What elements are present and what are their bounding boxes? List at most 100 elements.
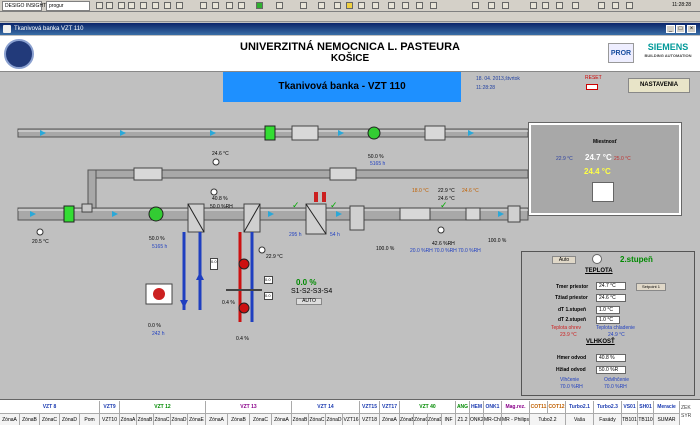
mode-icon[interactable] — [592, 254, 602, 264]
nav-cell[interactable]: Fasády — [594, 413, 622, 425]
nav-cell[interactable]: ZónaA — [0, 413, 20, 425]
nav-group[interactable]: SH01 — [638, 401, 654, 413]
nav-group[interactable]: VZT 8 — [0, 401, 100, 413]
nav-cell[interactable]: ONK2 — [470, 413, 484, 425]
check-icon[interactable] — [256, 2, 263, 9]
nav-cell[interactable]: ZónaB — [228, 413, 250, 425]
nav-cell[interactable]: ZónaD — [60, 413, 80, 425]
tool-icon[interactable] — [612, 2, 619, 9]
nav-cell[interactable]: Pom — [80, 413, 100, 425]
nav-group[interactable]: COT12 — [548, 401, 566, 413]
nav-cell[interactable]: Tubo2.2 — [530, 413, 566, 425]
tool-icon[interactable] — [152, 2, 159, 9]
tool-icon[interactable] — [472, 2, 479, 9]
tool-icon[interactable] — [276, 2, 283, 9]
nav-cell[interactable]: ZónaC — [309, 413, 326, 425]
value-input[interactable]: 1.0 °C — [596, 306, 620, 314]
nav-cell[interactable]: Z1.2 — [456, 413, 470, 425]
setpoint-button[interactable]: Setpoint 1 — [636, 283, 666, 291]
nav-group[interactable]: VZT15 — [360, 401, 380, 413]
nav-cell[interactable]: ZónaA — [272, 413, 292, 425]
nav-cell[interactable]: ZónaC — [154, 413, 171, 425]
tool-icon[interactable] — [200, 2, 207, 9]
nav-group[interactable]: VZT9 — [100, 401, 120, 413]
tool-icon[interactable] — [164, 2, 171, 9]
tool-icon[interactable] — [530, 2, 537, 9]
tool-icon[interactable] — [488, 2, 495, 9]
nav-cell[interactable]: ZónaA — [380, 413, 400, 425]
tool-icon[interactable] — [416, 2, 423, 9]
nav-group[interactable]: VS01 — [622, 401, 638, 413]
nav-cell[interactable]: TB110 — [638, 413, 654, 425]
nav-cell[interactable]: MR - Philips — [502, 413, 530, 425]
nav-group[interactable]: Turbo2.1 — [566, 401, 594, 413]
tool-icon[interactable] — [212, 2, 219, 9]
cooler-auto-button[interactable]: AUTO — [296, 298, 322, 305]
tool-icon[interactable] — [358, 2, 365, 9]
nav-group[interactable]: Meracie — [654, 401, 680, 413]
maximize-button[interactable]: □ — [676, 25, 685, 33]
value-input[interactable]: 50.0 %R — [596, 366, 626, 374]
taskbar-tab-desigo[interactable]: DESIGO INSIGHT — [2, 1, 46, 11]
tool-icon[interactable] — [226, 2, 233, 9]
value-input[interactable]: 1.0 °C — [596, 316, 620, 324]
nav-group[interactable]: Turbo2.3 — [594, 401, 622, 413]
nav-group[interactable]: Mag.rez. — [502, 401, 530, 413]
tool-icon[interactable] — [118, 2, 125, 9]
nav-cell[interactable]: TB101 — [622, 413, 638, 425]
nav-cell[interactable]: ZónaC — [40, 413, 60, 425]
tool-icon[interactable] — [128, 2, 135, 9]
nav-group[interactable]: ONK1 — [484, 401, 502, 413]
nav-cell[interactable]: INF — [442, 413, 456, 425]
close-button[interactable]: × — [687, 25, 696, 33]
nav-group[interactable]: VZT 40 — [400, 401, 456, 413]
tool-icon[interactable] — [300, 2, 307, 9]
reset-button[interactable] — [586, 84, 598, 90]
tool-icon[interactable] — [502, 2, 509, 9]
nav-cell[interactable]: ZónaB — [400, 413, 414, 425]
nav-cell[interactable]: ZónaB — [20, 413, 40, 425]
tool-icon[interactable] — [556, 2, 563, 9]
nav-cell[interactable]: ZónaB — [137, 413, 154, 425]
room-sensor-icon[interactable] — [592, 182, 614, 202]
tool-icon[interactable] — [176, 2, 183, 9]
nav-cell[interactable]: VZT18 — [360, 413, 380, 425]
nav-cell[interactable]: ZónaB — [292, 413, 309, 425]
nav-group[interactable]: VZT 12 — [120, 401, 206, 413]
tool-icon[interactable] — [106, 2, 113, 9]
nav-group[interactable]: COT11 — [530, 401, 548, 413]
auto-button[interactable]: Auto — [552, 256, 576, 264]
tool-icon[interactable] — [238, 2, 245, 9]
taskbar-tab-progur[interactable]: progur — [46, 1, 90, 11]
nav-group[interactable]: VZT17 — [380, 401, 400, 413]
nav-cell[interactable]: VZT16 — [343, 413, 360, 425]
tool-icon[interactable] — [572, 2, 579, 9]
nav-cell[interactable]: ZónaE — [188, 413, 206, 425]
nav-cell[interactable]: Vaša — [566, 413, 594, 425]
minimize-button[interactable]: _ — [666, 25, 675, 33]
nav-group[interactable]: HEM — [470, 401, 484, 413]
nav-cell[interactable]: VZT10 — [100, 413, 120, 425]
tool-icon[interactable] — [402, 2, 409, 9]
alarm-icon[interactable] — [346, 2, 353, 9]
tool-icon[interactable] — [430, 2, 437, 9]
nav-cell[interactable]: SUMAR — [654, 413, 680, 425]
tool-icon[interactable] — [598, 2, 605, 9]
tool-icon[interactable] — [372, 2, 379, 9]
tool-icon[interactable] — [318, 2, 325, 9]
nav-group[interactable]: VZT 13 — [206, 401, 292, 413]
tool-icon[interactable] — [542, 2, 549, 9]
nav-cell[interactable]: ZónaA — [206, 413, 228, 425]
nav-cell[interactable]: ZónaC — [250, 413, 272, 425]
nav-group[interactable]: VZT 14 — [292, 401, 360, 413]
nav-cell[interactable]: ZónaD — [428, 413, 442, 425]
nav-cell[interactable]: ZónaD — [171, 413, 188, 425]
nav-cell[interactable]: MR-Chlad — [484, 413, 502, 425]
tool-icon[interactable] — [334, 2, 341, 9]
tool-icon[interactable] — [140, 2, 147, 9]
tool-icon[interactable] — [96, 2, 103, 9]
nav-cell[interactable]: ZónaD — [326, 413, 343, 425]
nav-cell[interactable]: ZónaC — [414, 413, 428, 425]
tool-icon[interactable] — [626, 2, 633, 9]
nav-cell[interactable]: ZónaA — [120, 413, 137, 425]
